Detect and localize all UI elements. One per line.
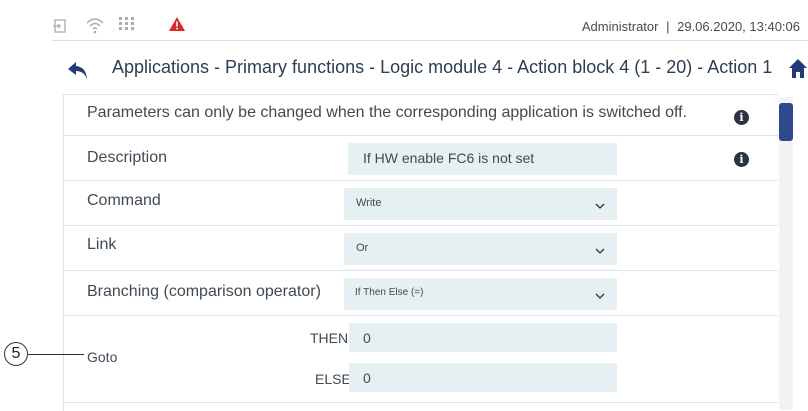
user-info: Administrator | 29.06.2020, 13:40:06 xyxy=(582,19,800,34)
datetime: 29.06.2020, 13:40:06 xyxy=(677,19,800,34)
login-icon xyxy=(52,18,68,39)
else-input[interactable]: 0 xyxy=(349,363,617,392)
notice-row: Parameters can only be changed when the … xyxy=(64,95,778,136)
scrollbar[interactable] xyxy=(779,97,793,410)
network-icon xyxy=(118,16,136,37)
parameters-panel: Parameters can only be changed when the … xyxy=(63,94,778,411)
back-arrow-icon[interactable] xyxy=(66,58,90,82)
scrollbar-thumb[interactable] xyxy=(779,103,793,141)
command-select[interactable]: Write xyxy=(344,188,617,220)
link-value: Or xyxy=(356,242,369,254)
else-value: 0 xyxy=(363,370,371,386)
description-field[interactable]: If HW enable FC6 is not set xyxy=(348,143,617,175)
info-icon[interactable]: i xyxy=(734,110,749,125)
status-bar: Administrator | 29.06.2020, 13:40:06 xyxy=(52,6,808,41)
chevron-down-icon xyxy=(595,243,605,254)
description-label: Description xyxy=(87,149,168,166)
then-input[interactable]: 0 xyxy=(349,323,617,352)
warning-icon[interactable] xyxy=(168,16,186,37)
goto-label: Goto xyxy=(87,349,118,365)
command-value: Write xyxy=(356,197,382,209)
branching-select[interactable]: If Then Else (=) xyxy=(344,278,617,310)
description-value: If HW enable FC6 is not set xyxy=(363,150,535,166)
info-icon[interactable]: i xyxy=(734,152,749,167)
link-select[interactable]: Or xyxy=(344,233,617,265)
description-row: Description If HW enable FC6 is not set … xyxy=(64,136,778,181)
branching-value: If Then Else (=) xyxy=(355,287,424,298)
goto-row: Goto THEN 0 ELSE 0 xyxy=(64,316,778,403)
link-row: Link Or xyxy=(64,226,778,271)
command-row: Command Write xyxy=(64,181,778,226)
breadcrumb: Applications - Primary functions - Logic… xyxy=(112,57,773,77)
then-label: THEN xyxy=(310,330,349,346)
branching-label: Branching (comparison operator) xyxy=(87,283,321,300)
then-value: 0 xyxy=(363,330,371,346)
separator: | xyxy=(666,19,670,34)
link-label: Link xyxy=(87,236,117,253)
callout-number: 5 xyxy=(4,342,28,366)
breadcrumb-row: Applications - Primary functions - Logic… xyxy=(62,52,808,86)
home-icon[interactable] xyxy=(788,58,808,80)
notice-text: Parameters can only be changed when the … xyxy=(87,104,688,121)
else-label: ELSE xyxy=(315,371,351,387)
command-label: Command xyxy=(87,192,161,209)
branching-row: Branching (comparison operator) If Then … xyxy=(64,271,778,316)
user-name: Administrator xyxy=(581,19,659,34)
chevron-down-icon xyxy=(595,288,605,299)
chevron-down-icon xyxy=(595,198,605,209)
wifi-icon xyxy=(85,16,105,39)
callout-line xyxy=(28,354,84,355)
